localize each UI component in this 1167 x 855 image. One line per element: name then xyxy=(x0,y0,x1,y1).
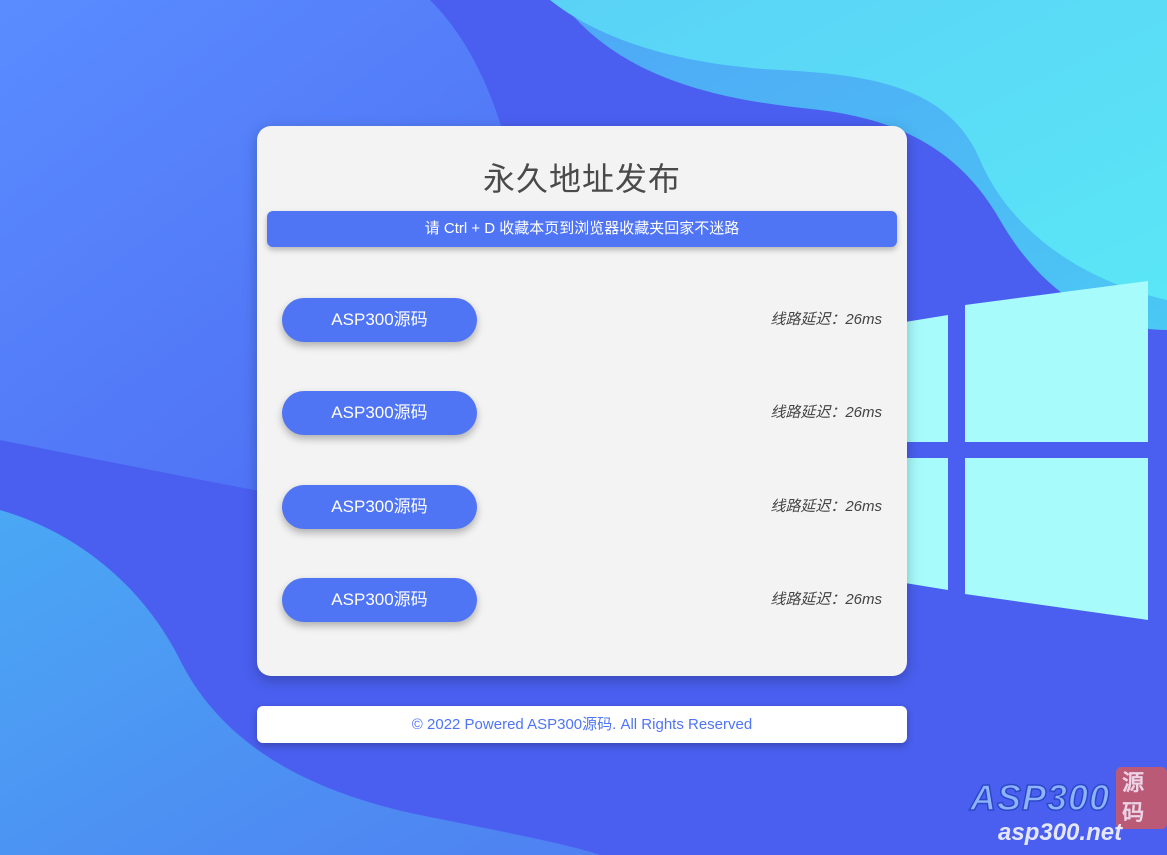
line-button-3[interactable]: ASP300源码 xyxy=(282,485,477,529)
line-row: ASP300源码 线路延迟：26ms xyxy=(282,298,882,342)
line-button-1[interactable]: ASP300源码 xyxy=(282,298,477,342)
watermark-brand: ASP300 xyxy=(969,777,1111,819)
line-row: ASP300源码 线路延迟：26ms xyxy=(282,578,882,622)
watermark-logo: ASP300 源码 xyxy=(969,767,1167,829)
line-button-2[interactable]: ASP300源码 xyxy=(282,391,477,435)
line-latency: 线路延迟：26ms xyxy=(770,311,882,328)
line-row: ASP300源码 线路延迟：26ms xyxy=(282,391,882,435)
line-row: ASP300源码 线路延迟：26ms xyxy=(282,485,882,529)
watermark-badge: 源码 xyxy=(1116,767,1167,829)
line-latency: 线路延迟：26ms xyxy=(770,591,882,608)
page-title: 永久地址发布 xyxy=(482,161,681,197)
watermark-url: asp300.net xyxy=(998,819,1123,846)
line-latency: 线路延迟：26ms xyxy=(770,498,882,515)
line-button-4[interactable]: ASP300源码 xyxy=(282,578,477,622)
footer-copyright: © 2022 Powered ASP300源码. All Rights Rese… xyxy=(257,706,907,743)
bookmark-notice: 请 Ctrl + D 收藏本页到浏览器收藏夹回家不迷路 xyxy=(267,211,897,247)
line-latency: 线路延迟：26ms xyxy=(770,404,882,421)
address-card: 永久地址发布 请 Ctrl + D 收藏本页到浏览器收藏夹回家不迷路 ASP30… xyxy=(257,126,907,676)
